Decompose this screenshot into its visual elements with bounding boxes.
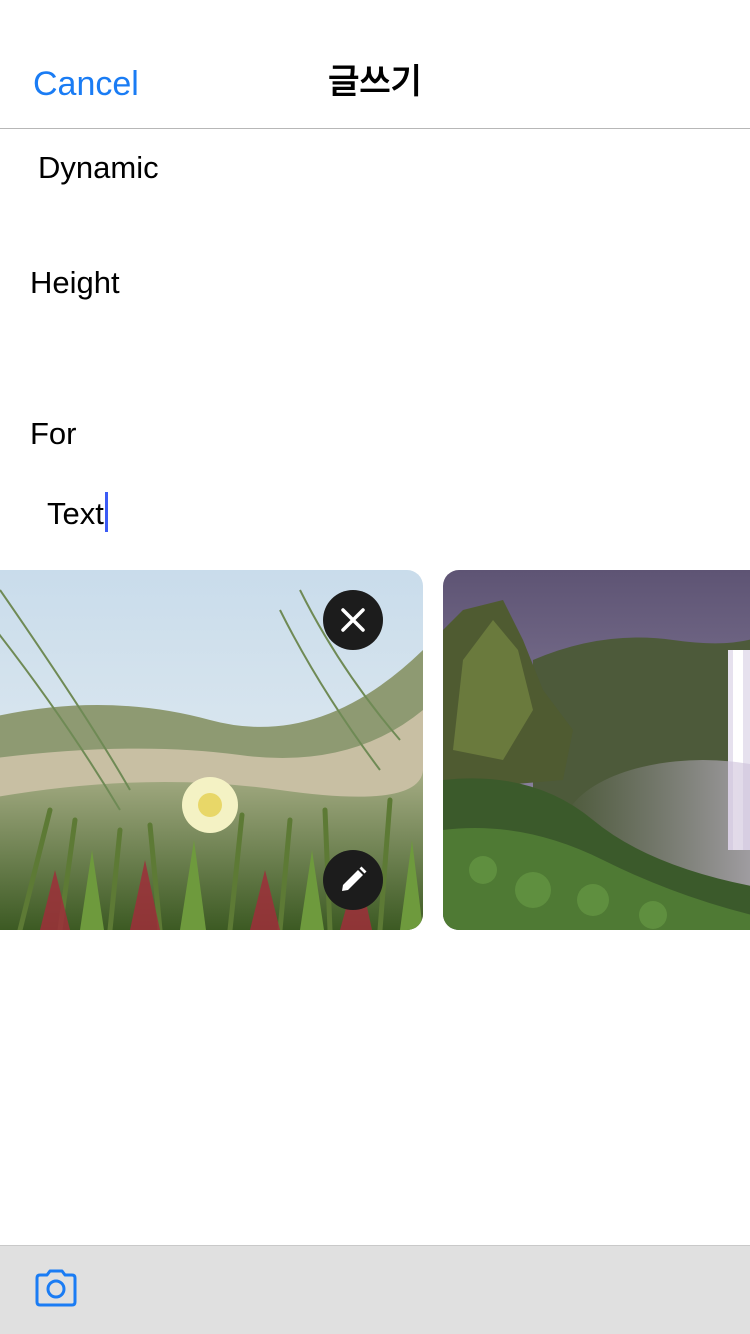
- camera-button[interactable]: [34, 1268, 78, 1308]
- flower-photo[interactable]: [0, 570, 423, 930]
- remove-photo-button[interactable]: [323, 590, 383, 650]
- editor-line: Height: [30, 265, 120, 300]
- navigation-bar: Cancel 글쓰기: [0, 0, 750, 129]
- compose-screen: Cancel 글쓰기 Dynamic Height For Text: [0, 0, 750, 1334]
- pencil-icon: [342, 866, 367, 891]
- text-caret: [104, 492, 108, 532]
- editor-line-current: Text: [47, 492, 108, 534]
- camera-icon: [35, 1269, 77, 1307]
- photo-gallery[interactable]: [0, 570, 750, 930]
- waterfall-photo[interactable]: [443, 570, 750, 930]
- page-title: 글쓰기: [328, 62, 422, 102]
- text-editor[interactable]: Dynamic Height For Text: [0, 129, 750, 559]
- editor-line: For: [30, 416, 77, 451]
- edit-photo-button[interactable]: [323, 850, 383, 910]
- waterfall-photo-image: [443, 570, 750, 930]
- bottom-toolbar: [0, 1245, 750, 1334]
- editor-line-text: Text: [47, 496, 104, 531]
- editor-line: Dynamic: [38, 150, 159, 185]
- close-icon: [341, 608, 365, 632]
